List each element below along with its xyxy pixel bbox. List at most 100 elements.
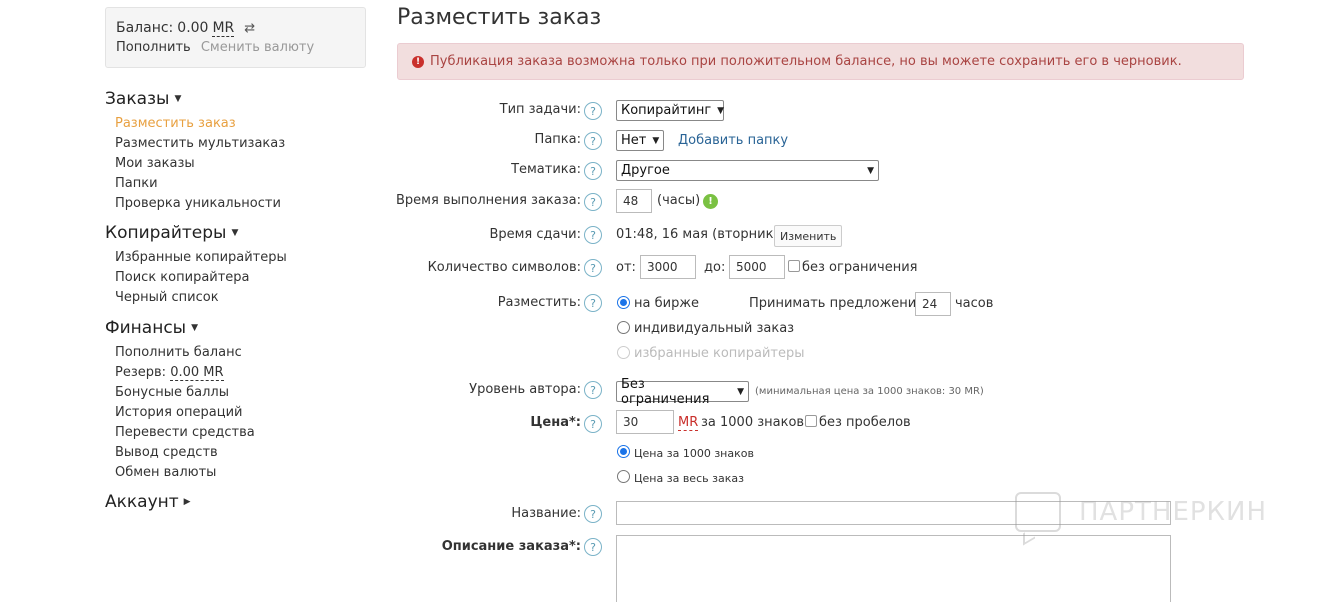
- balance-alert: ! Публикация заказа возможна только при …: [397, 43, 1244, 80]
- chars-from-label: от:: [616, 260, 636, 275]
- price-currency[interactable]: MR: [678, 415, 699, 431]
- price-whole-radio[interactable]: [617, 470, 630, 483]
- caret-down-icon: ▼: [191, 323, 199, 333]
- nav-item-place-order[interactable]: Разместить заказ: [115, 114, 285, 134]
- duration-input[interactable]: 48: [616, 189, 652, 213]
- hours-label: часов: [955, 296, 994, 311]
- chat-bubble-icon: [1015, 492, 1061, 532]
- chevron-down-icon: ▼: [652, 135, 660, 146]
- place-individual-label: индивидуальный заказ: [634, 321, 795, 336]
- nav-item-exchange[interactable]: Обмен валюты: [115, 463, 255, 483]
- nav-item-uniqueness[interactable]: Проверка уникальности: [115, 194, 285, 214]
- nav-item-my-orders[interactable]: Мои заказы: [115, 154, 285, 174]
- balance-currency[interactable]: MR: [212, 20, 235, 37]
- price-label: Цена*:: [530, 415, 581, 430]
- accept-hours-input[interactable]: 24: [915, 292, 951, 316]
- nav-item-find-copywriter[interactable]: Поиск копирайтера: [115, 268, 287, 288]
- nav-item-favorite-copywriters[interactable]: Избранные копирайтеры: [115, 248, 287, 268]
- chevron-down-icon: ▼: [717, 105, 725, 116]
- topic-select[interactable]: Другое ▼: [616, 160, 879, 181]
- deadline-label: Время сдачи:: [489, 227, 581, 242]
- nav-item-folders[interactable]: Папки: [115, 174, 285, 194]
- price-per-1000-label: Цена за 1000 знаков: [634, 447, 754, 460]
- nav-item-topup-balance[interactable]: Пополнить баланс: [115, 343, 255, 363]
- nav-item-withdraw[interactable]: Вывод средств: [115, 443, 255, 463]
- price-per-label: за 1000 знаков: [701, 415, 805, 430]
- nav-item-history[interactable]: История операций: [115, 403, 255, 423]
- price-whole-label: Цена за весь заказ: [634, 472, 744, 485]
- place-label: Разместить:: [497, 295, 581, 310]
- currency-swap-icon[interactable]: ⇄: [244, 21, 255, 36]
- help-icon[interactable]: ?: [584, 102, 602, 120]
- level-label: Уровень автора:: [469, 382, 581, 397]
- price-per-1000-radio[interactable]: [617, 445, 630, 458]
- place-favorites-radio: [617, 346, 630, 359]
- duration-unit: (часы): [657, 193, 701, 208]
- add-folder-link[interactable]: Добавить папку: [678, 133, 788, 148]
- nav-item-blacklist[interactable]: Черный список: [115, 288, 287, 308]
- help-icon[interactable]: ?: [584, 259, 602, 277]
- reserve-amount[interactable]: 0.00 MR: [170, 365, 224, 381]
- balance-line: Баланс: 0.00 MR ⇄: [116, 18, 355, 38]
- help-icon[interactable]: ?: [584, 505, 602, 523]
- duration-label: Время выполнения заказа:: [396, 193, 581, 208]
- change-deadline-button[interactable]: Изменить: [774, 225, 843, 247]
- caret-right-icon: ▶: [183, 497, 191, 507]
- task-type-select[interactable]: Копирайтинг ▼: [616, 100, 724, 121]
- no-spaces-checkbox[interactable]: [805, 415, 817, 427]
- help-icon[interactable]: ?: [584, 162, 602, 180]
- balance-label: Баланс:: [116, 20, 174, 36]
- caret-down-icon: ▼: [231, 228, 239, 238]
- chars-to-label: до:: [704, 260, 726, 275]
- nav-section-account: Аккаунт ▶: [105, 491, 191, 513]
- watermark-text: ПАРТНЕРКИН: [1079, 497, 1268, 527]
- help-icon[interactable]: ?: [584, 226, 602, 244]
- help-icon[interactable]: ?: [584, 538, 602, 556]
- chevron-down-icon: ▼: [737, 386, 744, 397]
- help-icon[interactable]: ?: [584, 381, 602, 399]
- nav-section-orders: Заказы ▼ Разместить заказ Разместить муль…: [105, 88, 285, 214]
- help-icon[interactable]: ?: [584, 132, 602, 150]
- nav-item-transfer[interactable]: Перевести средства: [115, 423, 255, 443]
- nav-heading-finance[interactable]: Финансы ▼: [105, 317, 255, 339]
- chars-from-input[interactable]: 3000: [640, 255, 696, 279]
- accept-offers-label: Принимать предложения: [749, 296, 925, 311]
- watermark: ПАРТНЕРКИН: [1015, 492, 1267, 532]
- deadline-value: 01:48, 16 мая (вторник): [616, 227, 779, 242]
- nav-heading-orders[interactable]: Заказы ▼: [105, 88, 285, 110]
- exclamation-icon: !: [412, 55, 424, 68]
- nav-item-multi-order[interactable]: Разместить мультизаказ: [115, 134, 285, 154]
- change-currency-link[interactable]: Сменить валюту: [201, 40, 314, 55]
- place-individual-radio[interactable]: [617, 321, 630, 334]
- chars-to-input[interactable]: 5000: [729, 255, 785, 279]
- help-icon[interactable]: ?: [584, 193, 602, 211]
- description-textarea[interactable]: [616, 535, 1171, 602]
- topic-label: Тематика:: [511, 162, 581, 177]
- author-level-select[interactable]: Без ограничения ▼: [616, 377, 749, 407]
- help-icon[interactable]: ?: [584, 415, 602, 433]
- nav-heading-account[interactable]: Аккаунт ▶: [105, 491, 191, 513]
- chevron-down-icon: ▼: [867, 165, 874, 176]
- no-spaces-label: без пробелов: [819, 415, 911, 430]
- name-label: Название:: [511, 506, 581, 521]
- nav-heading-copywriters[interactable]: Копирайтеры ▼: [105, 222, 287, 244]
- info-icon[interactable]: !: [703, 194, 718, 209]
- balance-amount: 0.00: [177, 20, 209, 36]
- level-note: (минимальная цена за 1000 знаков: 30 MR): [755, 386, 984, 397]
- place-favorites-label: избранные копирайтеры: [634, 346, 805, 361]
- help-icon[interactable]: ?: [584, 294, 602, 312]
- folder-select[interactable]: Нет ▼: [616, 130, 664, 151]
- nav-section-copywriters: Копирайтеры ▼ Избранные копирайтеры Поиск…: [105, 222, 287, 308]
- folder-label: Папка:: [534, 132, 581, 147]
- place-exchange-label: на бирже: [634, 296, 700, 311]
- unlimited-chars-checkbox[interactable]: [788, 260, 800, 272]
- nav-item-bonus[interactable]: Бонусные баллы: [115, 383, 255, 403]
- nav-item-reserve: Резерв: 0.00 MR: [115, 365, 224, 381]
- price-input[interactable]: 30: [616, 410, 674, 434]
- place-exchange-radio[interactable]: [617, 296, 630, 309]
- task-type-label: Тип задачи:: [499, 102, 581, 117]
- topup-link[interactable]: Пополнить: [116, 40, 191, 55]
- page-title: Разместить заказ: [397, 5, 602, 30]
- nav-section-finance: Финансы ▼ Пополнить баланс Резерв: 0.00 M…: [105, 317, 255, 483]
- chars-label: Количество символов:: [427, 260, 581, 275]
